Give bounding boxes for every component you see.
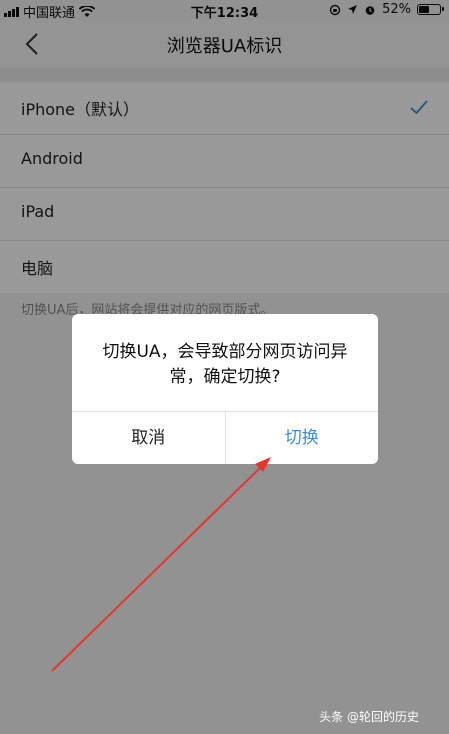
cancel-button[interactable]: 取消 (72, 412, 226, 464)
watermark: 头条 @轮回的历史 (319, 710, 419, 724)
dialog-actions: 取消 切换 (72, 411, 378, 464)
switch-ua-dialog: 切换UA，会导致部分网页访问异常，确定切换? 取消 切换 (72, 314, 378, 464)
dialog-message: 切换UA，会导致部分网页访问异常，确定切换? (102, 342, 348, 387)
confirm-switch-button[interactable]: 切换 (226, 412, 379, 464)
